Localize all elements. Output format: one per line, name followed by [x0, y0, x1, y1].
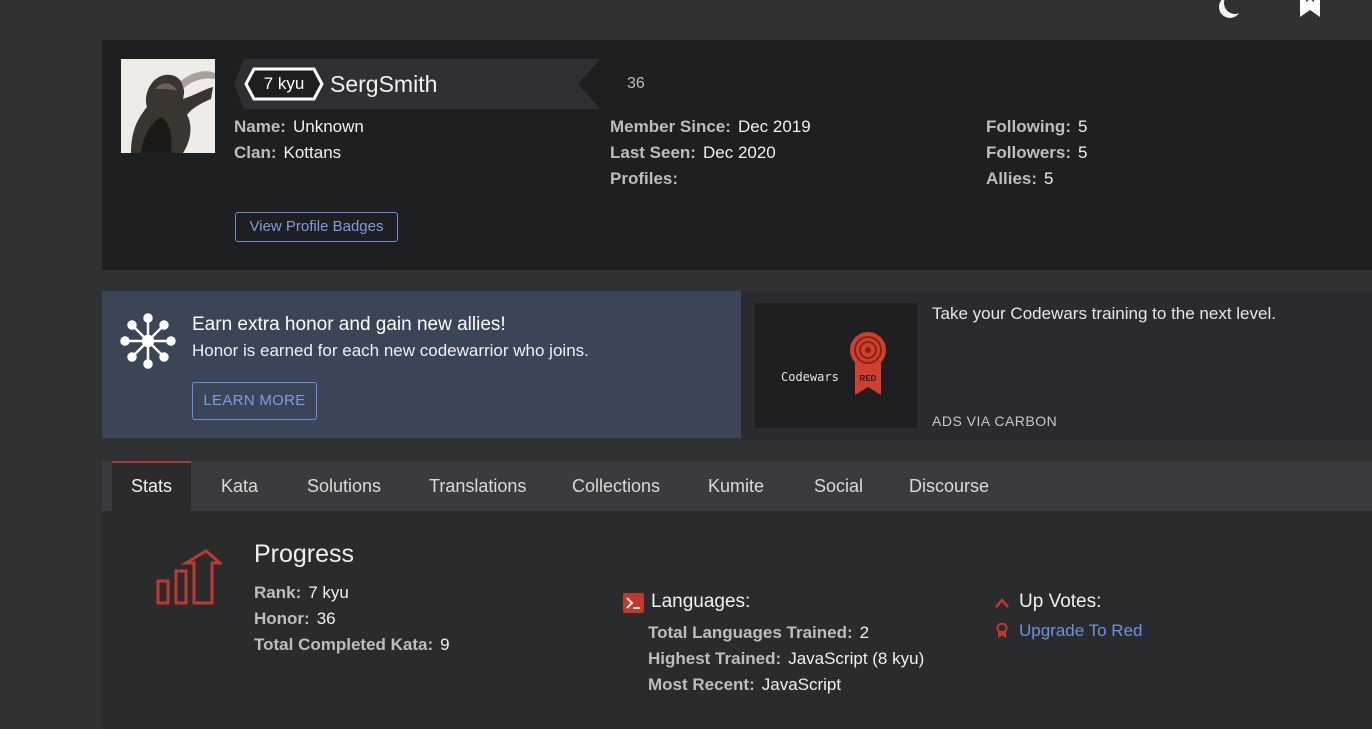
chevron-up-icon	[995, 598, 1009, 608]
info-row-name: Name: Unknown	[234, 114, 364, 140]
info-column-identity: Name: Unknown Clan: Kottans	[234, 114, 364, 166]
profile-tabs: Stats Kata Solutions Translations Collec…	[102, 461, 1372, 511]
promo-text: Honor is earned for each new codewarrior…	[192, 341, 589, 360]
bookmark-icon[interactable]	[1298, 0, 1322, 20]
info-value: 5	[1044, 169, 1054, 188]
info-label: Last Seen:	[610, 143, 696, 162]
info-value: Kottans	[283, 143, 342, 162]
referral-banner: Earn extra honor and gain new allies! Ho…	[102, 291, 741, 438]
info-label: Clan:	[234, 143, 277, 162]
info-label: Profiles:	[610, 169, 679, 188]
rank-label: 7 kyu	[263, 74, 305, 93]
info-column-membership: Member Since: Dec 2019 Last Seen: Dec 2020…	[610, 114, 811, 192]
promo-title: Earn extra honor and gain new allies!	[192, 314, 506, 335]
info-value: 5	[1078, 143, 1088, 162]
stat-value: 9	[440, 635, 450, 654]
view-profile-badges-button[interactable]: View Profile Badges	[235, 212, 398, 242]
tab-discourse[interactable]: Discourse	[909, 461, 989, 511]
ribbon-badge-icon	[996, 623, 1008, 638]
stat-label: Highest Trained:	[648, 649, 782, 668]
username: SergSmith	[330, 71, 438, 97]
progress-chart-icon	[156, 549, 222, 605]
info-value: Dec 2019	[737, 117, 811, 136]
up-votes-section: Up Votes:	[995, 591, 1101, 613]
info-row-member-since: Member Since: Dec 2019	[610, 114, 811, 140]
honor-count: 36	[627, 75, 645, 92]
tab-translations[interactable]: Translations	[429, 461, 526, 511]
stat-label: Total Languages Trained:	[648, 623, 853, 642]
tab-stats[interactable]: Stats	[112, 461, 191, 511]
stat-value: 7 kyu	[308, 583, 349, 602]
info-label: Followers:	[986, 143, 1072, 162]
ad-text[interactable]: Take your Codewars training to the next …	[932, 304, 1276, 324]
ads-via-carbon-link[interactable]: ADS VIA CARBON	[932, 413, 1057, 429]
tab-social[interactable]: Social	[814, 461, 863, 511]
progress-row-rank: Rank: 7 kyu	[254, 580, 450, 606]
red-badge-icon: RED	[850, 332, 886, 395]
progress-list: Rank: 7 kyu Honor: 36 Total Completed Kata…	[254, 580, 450, 658]
info-row-followers[interactable]: Followers: 5	[986, 140, 1087, 166]
upgrade-link-label: Upgrade To Red	[1019, 621, 1143, 640]
languages-list: Total Languages Trained: 2 Highest Traine…	[648, 620, 924, 698]
upgrade-to-red-link[interactable]: Upgrade To Red	[996, 621, 1143, 641]
info-label: Name:	[234, 117, 286, 136]
language-row-recent: Most Recent: JavaScript	[648, 672, 924, 698]
red-badge-text: RED	[860, 374, 877, 383]
info-label: Member Since:	[610, 117, 731, 136]
info-row-following[interactable]: Following: 5	[986, 114, 1087, 140]
moon-icon[interactable]	[1224, 0, 1246, 14]
ad-logo-text: Codewars	[781, 370, 839, 384]
learn-more-button[interactable]: LEARN MORE	[192, 382, 317, 420]
language-row-highest: Highest Trained: JavaScript (8 kyu)	[648, 646, 924, 672]
network-icon	[120, 313, 176, 369]
tab-kumite[interactable]: Kumite	[708, 461, 764, 511]
top-toolbar	[1172, 0, 1372, 30]
avatar[interactable]	[121, 59, 215, 153]
languages-title: Languages:	[651, 591, 751, 612]
stat-value: JavaScript	[761, 675, 842, 694]
profile-card: 7 kyu SergSmith 36 Name: Unknown Clan: Kot…	[102, 40, 1372, 270]
stats-panel: Progress Rank: 7 kyu Honor: 36 Total Compl…	[102, 511, 1372, 729]
carbon-ad[interactable]: Codewars RED Take your Codewars training…	[741, 291, 1372, 440]
tab-solutions[interactable]: Solutions	[307, 461, 381, 511]
info-value: Unknown	[292, 117, 364, 136]
language-row-total: Total Languages Trained: 2	[648, 620, 924, 646]
progress-row-honor: Honor: 36	[254, 606, 450, 632]
stat-label: Total Completed Kata:	[254, 635, 434, 654]
info-value: Dec 2020	[702, 143, 776, 162]
stat-value: 36	[316, 609, 336, 628]
info-row-last-seen: Last Seen: Dec 2020	[610, 140, 811, 166]
info-label: Allies:	[986, 169, 1038, 188]
info-row-profiles: Profiles:	[610, 166, 811, 192]
up-votes-title: Up Votes:	[1019, 591, 1102, 612]
info-value: 5	[1077, 117, 1088, 136]
rank-badge: 7 kyu	[244, 67, 324, 101]
stat-label: Most Recent:	[648, 675, 755, 694]
progress-row-completed: Total Completed Kata: 9	[254, 632, 450, 658]
stat-value: JavaScript (8 kyu)	[788, 649, 925, 668]
ad-image[interactable]: Codewars RED	[755, 303, 917, 428]
stat-label: Rank:	[254, 583, 302, 602]
tab-collections[interactable]: Collections	[572, 461, 660, 511]
info-row-clan: Clan: Kottans	[234, 140, 364, 166]
info-label: Following:	[986, 117, 1071, 136]
stat-value: 2	[859, 623, 870, 642]
tab-kata[interactable]: Kata	[221, 461, 258, 511]
progress-title: Progress	[254, 540, 355, 568]
info-row-allies[interactable]: Allies: 5	[986, 166, 1087, 192]
info-column-social: Following: 5 Followers: 5 Allies: 5	[986, 114, 1087, 192]
stat-label: Honor:	[254, 609, 310, 628]
